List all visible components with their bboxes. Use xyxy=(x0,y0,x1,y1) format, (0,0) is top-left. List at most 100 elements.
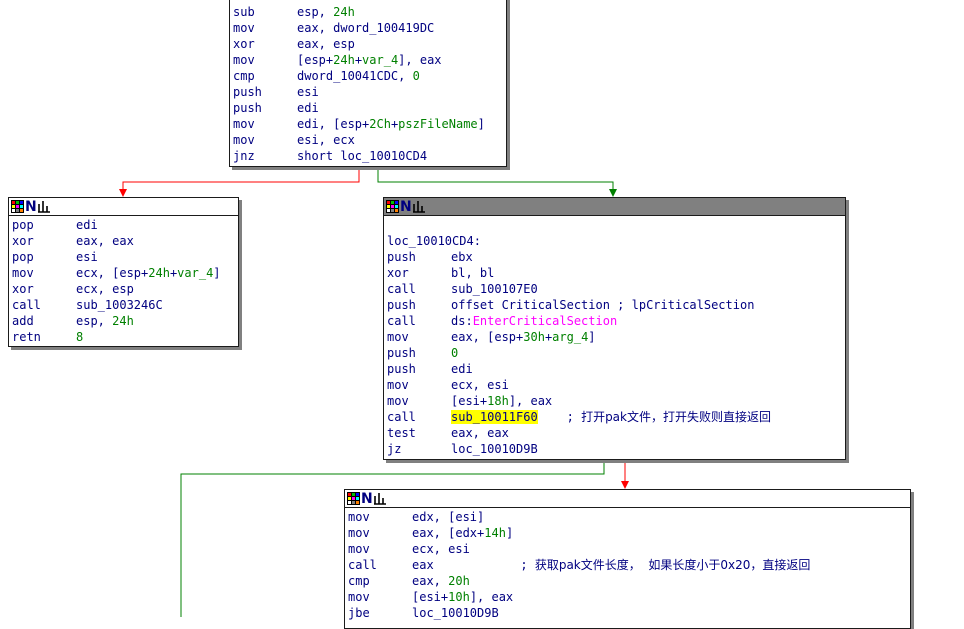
asm-line[interactable]: pop esi xyxy=(12,249,238,265)
mnemonic: xor xyxy=(12,234,34,248)
chart-icon xyxy=(373,492,387,505)
asm-line[interactable]: xor eax, eax xyxy=(12,233,238,249)
operand: [esi+ xyxy=(451,394,488,408)
operand: pszFileName xyxy=(398,117,478,131)
comment: 获取pak文件长度， 如果长度小于0x20，直接返回 xyxy=(534,558,811,572)
n-letter-icon: N xyxy=(25,198,37,215)
asm-line[interactable]: call sub_1003246C xyxy=(12,297,238,313)
asm-line[interactable]: mov edi, [esp+2Ch+pszFileName] xyxy=(233,116,506,132)
mnemonic: call xyxy=(387,314,416,328)
mnemonic: pop xyxy=(12,250,34,264)
asm-line[interactable]: retn 8 xyxy=(12,329,238,345)
mnemonic: mov xyxy=(387,378,409,392)
code-block-loc-10010cd4[interactable]: N loc_10010CD4: push ebx xor bl, bl call sub_1… xyxy=(383,197,846,460)
false-branch-arrow xyxy=(119,189,127,197)
asm-line[interactable]: mov ecx, esi xyxy=(348,541,910,557)
operand: ], eax xyxy=(508,394,553,408)
mnemonic: push xyxy=(387,362,416,376)
code-block-entry[interactable]: sub esp, 24h mov eax, dword_100419DC xor eax,… xyxy=(229,0,507,167)
mnemonic: mov xyxy=(233,53,255,67)
operand: ] xyxy=(477,117,485,131)
mnemonic: push xyxy=(233,101,262,115)
asm-line[interactable]: mov eax, [edx+14h] xyxy=(348,525,910,541)
n-letter-icon: N xyxy=(361,490,373,507)
mnemonic: push xyxy=(387,346,416,360)
mnemonic: mov xyxy=(233,21,255,35)
operand: 30h xyxy=(523,330,545,344)
color-grid-icon xyxy=(11,200,24,213)
operand: var_4 xyxy=(362,53,399,67)
operand: ], eax xyxy=(469,590,514,604)
asm-line[interactable]: mov [esi+10h], eax xyxy=(348,589,910,605)
asm-line[interactable]: call sub_10011F60 ; 打开pak文件，打开失败则直接返回 xyxy=(387,409,845,425)
asm-line[interactable]: mov [esp+24h+var_4], eax xyxy=(233,52,506,68)
asm-line[interactable] xyxy=(387,217,845,233)
asm-line[interactable]: mov edx, [esi] xyxy=(348,509,910,525)
mnemonic: xor xyxy=(12,282,34,296)
asm-line[interactable]: push ebx xyxy=(387,249,845,265)
asm-line[interactable]: mov ecx, [esp+24h+var_4] xyxy=(12,265,238,281)
operand: esp, xyxy=(76,314,113,328)
highlighted-symbol: sub_10011F60 xyxy=(451,410,538,424)
operand: ecx, esp xyxy=(76,282,134,296)
comment: 打开pak文件，打开失败则直接返回 xyxy=(581,410,771,424)
operand: [esi+ xyxy=(412,590,449,604)
asm-line[interactable]: sub esp, 24h xyxy=(233,4,506,20)
operand: edi xyxy=(76,218,98,232)
asm-line[interactable]: push offset CriticalSection ; lpCriticalS… xyxy=(387,297,845,313)
asm-line[interactable]: mov ecx, esi xyxy=(387,377,845,393)
mnemonic: mov xyxy=(12,266,34,280)
mnemonic: mov xyxy=(233,133,255,147)
asm-line[interactable]: pop edi xyxy=(12,217,238,233)
false-branch-edge xyxy=(122,167,360,191)
asm-line[interactable]: mov eax, dword_100419DC xyxy=(233,20,506,36)
chart-icon xyxy=(37,200,51,213)
operand: bl, bl xyxy=(451,266,495,280)
operand: eax, dword_100419DC xyxy=(297,21,435,35)
asm-line[interactable]: xor bl, bl xyxy=(387,265,845,281)
asm-line[interactable]: push esi xyxy=(233,84,506,100)
asm-line[interactable]: push 0 xyxy=(387,345,845,361)
asm-line[interactable]: xor ecx, esp xyxy=(12,281,238,297)
mnemonic: mov xyxy=(233,117,255,131)
operand: 14h xyxy=(484,526,506,540)
asm-line[interactable]: jnz short loc_10010CD4 xyxy=(233,148,506,164)
asm-line[interactable]: call sub_100107E0 xyxy=(387,281,845,297)
asm-line[interactable]: loc_10010CD4: xyxy=(387,233,845,249)
asm-line[interactable]: mov [esi+18h], eax xyxy=(387,393,845,409)
asm-line[interactable]: add esp, 24h xyxy=(12,313,238,329)
asm-line[interactable]: jbe loc_10010D9B xyxy=(348,605,910,621)
code-lines: mov edx, [esi] mov eax, [edx+14h] mov ecx, es… xyxy=(345,508,910,621)
mnemonic: cmp xyxy=(233,69,255,83)
asm-line[interactable]: jz loc_10010D9B xyxy=(387,441,845,457)
asm-line[interactable]: push edi xyxy=(233,100,506,116)
mnemonic: mov xyxy=(387,394,409,408)
operand: edx, [esi] xyxy=(412,510,485,524)
asm-line[interactable]: call eax ; 获取pak文件长度， 如果长度小于0x20，直接返回 xyxy=(348,557,910,573)
asm-line[interactable]: test eax, eax xyxy=(387,425,845,441)
mnemonic: jnz xyxy=(233,149,255,163)
asm-line[interactable]: xor eax, esp xyxy=(233,36,506,52)
asm-line[interactable]: cmp dword_10041CDC, 0 xyxy=(233,68,506,84)
asm-line[interactable]: push edi xyxy=(387,361,845,377)
asm-line[interactable]: cmp eax, 20h xyxy=(348,573,910,589)
operand: 0 xyxy=(412,69,420,83)
mnemonic: jz xyxy=(387,442,402,456)
operand: ecx, esi xyxy=(412,542,470,556)
code-block-get-length[interactable]: N mov edx, [esi] mov eax, [edx+14h] mov ecx, … xyxy=(344,489,911,629)
operand: ], eax xyxy=(398,53,442,67)
code-block-fail-return[interactable]: N pop edi xor eax, eax pop esi mov ecx, [esp+24… xyxy=(8,197,239,347)
operand: 24h xyxy=(112,314,134,328)
mnemonic: call xyxy=(12,298,41,312)
chart-icon xyxy=(412,200,426,213)
true-branch-edge xyxy=(377,167,614,191)
operand: eax, eax xyxy=(451,426,509,440)
asm-line[interactable]: call ds:EnterCriticalSection xyxy=(387,313,845,329)
operand: eax ; xyxy=(412,558,535,572)
operand: sub_100107E0 xyxy=(451,282,538,296)
asm-line[interactable]: mov eax, [esp+30h+arg_4] xyxy=(387,329,845,345)
operand: eax, xyxy=(412,574,449,588)
asm-line[interactable]: mov esi, ecx xyxy=(233,132,506,148)
operand: EnterCriticalSection xyxy=(472,314,618,328)
operand: 10h xyxy=(448,590,470,604)
